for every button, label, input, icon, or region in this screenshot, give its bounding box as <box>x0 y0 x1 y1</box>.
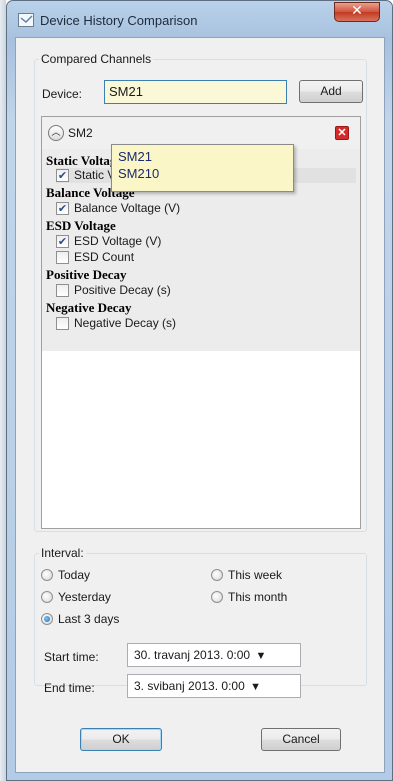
category-negative-decay: Negative Decay <box>46 300 132 315</box>
dialog-client: Compared Channels Device: SM21 Add ︿ SM2… <box>15 37 385 773</box>
checkbox-unchecked-icon[interactable] <box>56 317 69 330</box>
device-input[interactable]: SM21 <box>104 80 287 104</box>
dropdown-arrow-icon[interactable]: ▼ <box>255 650 266 662</box>
checkbox-checked-icon[interactable]: ✔ <box>56 202 69 215</box>
end-time-value: 3. svibanj 2013. 0:00 <box>134 679 245 693</box>
start-time-label: Start time: <box>44 650 99 664</box>
dropdown-arrow-icon[interactable]: ▼ <box>250 681 261 693</box>
checkbox-unchecked-icon[interactable] <box>56 251 69 264</box>
app-icon <box>18 13 34 27</box>
chevron-up-icon[interactable]: ︿ <box>48 125 64 141</box>
radio-label: Yesterday <box>58 590 111 604</box>
cancel-button[interactable]: Cancel <box>261 728 341 751</box>
checkbox-label: Balance Voltage (V) <box>74 201 181 215</box>
radio-button-icon[interactable] <box>211 569 223 581</box>
radio-label: This week <box>228 568 283 582</box>
interval-legend: Interval: <box>41 546 84 560</box>
checkbox-label: ESD Voltage (V) <box>74 234 162 248</box>
suggestion-item[interactable]: SM210 <box>118 165 287 182</box>
radio-label: This month <box>228 590 288 604</box>
title-bar[interactable]: Device History Comparison ✕ <box>7 1 392 37</box>
checkbox-label: ESD Count <box>74 250 135 264</box>
device-label: Device: <box>42 87 83 101</box>
close-button[interactable]: ✕ <box>334 2 380 22</box>
window-title: Device History Comparison <box>40 13 198 28</box>
radio-selected-icon[interactable] <box>41 613 53 625</box>
checkbox-checked-icon[interactable]: ✔ <box>56 169 69 182</box>
checkbox-unchecked-icon[interactable] <box>56 284 69 297</box>
checkbox-label: Negative Decay (s) <box>74 316 177 330</box>
device-suggestions-dropdown[interactable]: SM21 SM210 <box>111 144 294 192</box>
category-positive-decay: Positive Decay <box>46 267 127 282</box>
radio-label: Last 3 days <box>58 612 120 626</box>
start-time-value: 30. travanj 2013. 0:00 <box>134 648 251 662</box>
window-frame: Device History Comparison ✕ Compared Cha… <box>6 0 393 781</box>
start-time-picker[interactable]: 30. travanj 2013. 0:00 ▼ <box>127 643 301 667</box>
add-button[interactable]: Add <box>299 80 363 103</box>
suggestion-item[interactable]: SM21 <box>118 148 287 165</box>
checkbox-label: Positive Decay (s) <box>74 283 171 297</box>
end-time-label: End time: <box>44 681 95 695</box>
end-time-picker[interactable]: 3. svibanj 2013. 0:00 ▼ <box>127 674 301 698</box>
checkbox-checked-icon[interactable]: ✔ <box>56 235 69 248</box>
remove-channel-icon[interactable]: ✕ <box>335 126 349 140</box>
ok-button[interactable]: OK <box>80 728 162 751</box>
radio-button-icon[interactable] <box>41 591 53 603</box>
category-esd-voltage: ESD Voltage <box>46 218 116 233</box>
radio-label: Today <box>58 568 91 582</box>
radio-button-icon[interactable] <box>41 569 53 581</box>
compared-channels-legend: Compared Channels <box>41 52 152 66</box>
radio-button-icon[interactable] <box>211 591 223 603</box>
channel-name: SM2 <box>68 126 93 140</box>
